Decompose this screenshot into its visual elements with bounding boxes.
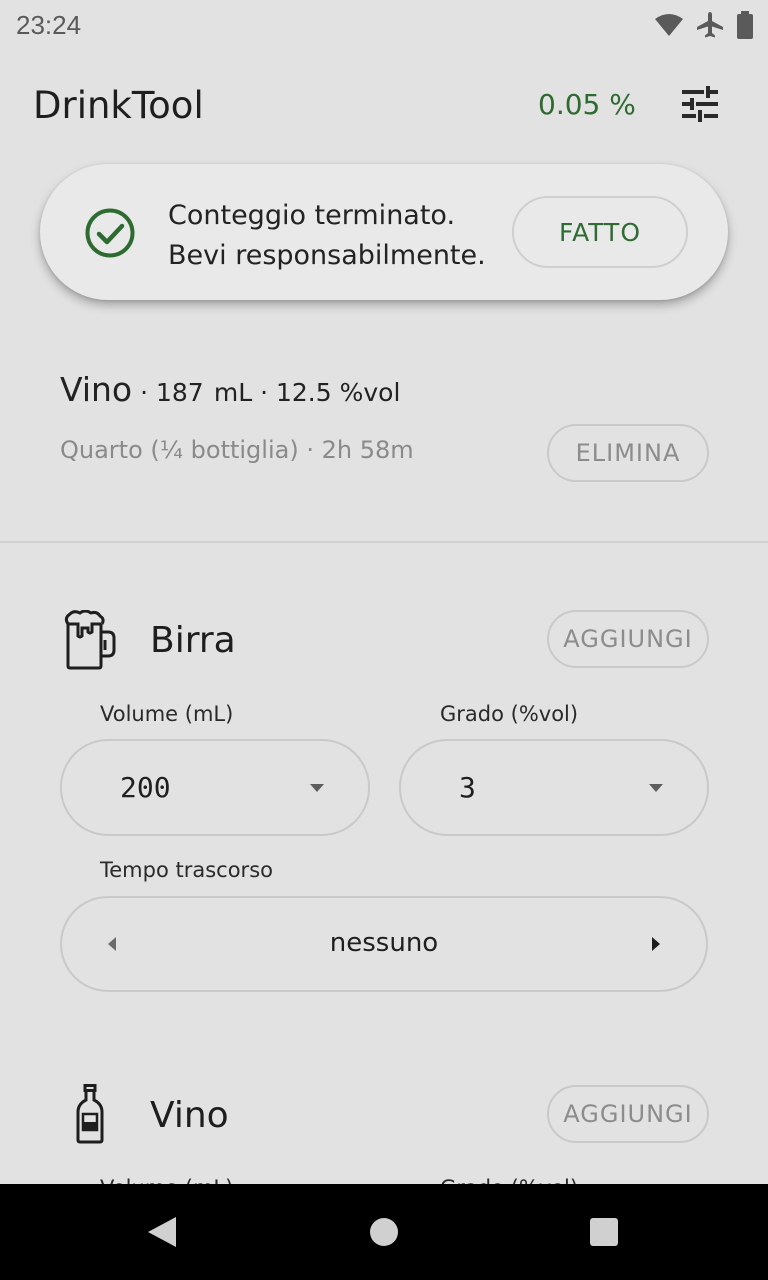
status-message-line1: Conteggio terminato. [168,200,456,231]
logged-drink-abv: 12.5 %vol [275,378,401,407]
time-next-button[interactable] [646,934,666,954]
divider [0,541,768,543]
chevron-right-icon [652,937,660,951]
check-circle-icon [84,207,136,263]
delete-button[interactable]: ELIMINA [547,424,709,482]
logged-drink-details: Quarto (¼ bottiglia) · 2h 58m [60,436,414,464]
settings-button[interactable] [672,82,728,130]
separator: · [132,378,156,407]
chevron-down-icon [649,784,663,792]
beer-time-label: Tempo trascorso [100,858,273,882]
logged-drink-name: Vino [60,370,133,409]
app-title: DrinkTool [33,84,204,127]
wine-section-title: Vino [150,1095,229,1136]
status-time: 23:24 [16,10,82,40]
logged-drink-volume: 187 [155,378,204,407]
beer-abv-dropdown[interactable]: 3 [399,739,709,836]
battery-icon [736,11,754,39]
wine-volume-label: Volume (mL) [100,1176,233,1184]
status-message: Conteggio terminato. Bevi responsabilmen… [168,196,508,276]
beer-volume-value: 200 [120,771,171,804]
wifi-icon [654,13,684,37]
beer-time-value: nessuno [329,928,439,958]
airplane-icon [696,11,724,39]
beer-time-stepper: nessuno [60,896,708,992]
status-bar: 23:24 [0,0,768,52]
status-card: Conteggio terminato. Bevi responsabilmen… [40,164,728,300]
beer-volume-dropdown[interactable]: 200 [60,739,370,836]
wine-field-labels: Volume (mL) Grado (%vol) [0,1172,768,1184]
beer-mug-icon [60,610,118,670]
beer-abv-label: Grado (%vol) [440,702,579,726]
nav-home-button[interactable] [370,1218,398,1246]
status-icons [654,10,754,40]
wine-abv-label: Grado (%vol) [440,1176,578,1184]
beer-abv-value: 3 [459,771,476,804]
tune-icon [680,86,720,126]
add-wine-button[interactable]: AGGIUNGI [547,1085,709,1143]
nav-recents-button[interactable] [590,1218,618,1246]
done-button[interactable]: FATTO [512,196,688,268]
logged-drink-title: Vino · 187 mL · 12.5 %vol [60,370,400,409]
wine-bottle-icon [76,1084,104,1144]
separator: · [252,378,276,407]
status-message-line2: Bevi responsabilmente. [168,240,486,271]
chevron-down-icon [310,784,324,792]
nav-back-button[interactable] [146,1216,178,1252]
beer-section-title: Birra [150,620,236,661]
bac-value: 0.05 % [538,88,636,121]
add-beer-button[interactable]: AGGIUNGI [547,610,709,668]
beer-volume-label: Volume (mL) [100,702,234,726]
logged-drink-unit: mL [213,378,253,407]
